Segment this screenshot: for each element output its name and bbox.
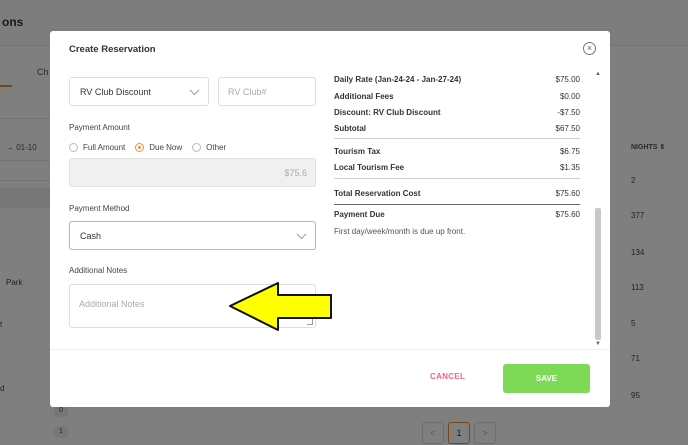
summary-value: $75.60	[555, 210, 580, 219]
summary-row: Payment Due $75.60	[334, 210, 580, 219]
summary-divider	[334, 178, 580, 179]
summary-row: Tourism Tax $6.75	[334, 147, 580, 156]
payment-amount-options: Full Amount Due Now Other	[69, 143, 236, 152]
close-icon[interactable]: ×	[583, 42, 596, 55]
payment-amount-label: Payment Amount	[69, 123, 130, 132]
payment-amount-field[interactable]: $75.6	[69, 158, 316, 187]
radio-full-amount[interactable]: Full Amount	[69, 143, 125, 152]
summary-label: Daily Rate (Jan-24-24 - Jan-27-24)	[334, 75, 462, 84]
summary-value: $1.35	[559, 163, 580, 172]
summary-row: Additional Fees $0.00	[334, 92, 580, 101]
scrollbar-thumb[interactable]	[595, 208, 601, 340]
payment-amount-value: $75.6	[284, 167, 307, 178]
radio-due-now[interactable]: Due Now	[135, 143, 182, 152]
payment-method-select[interactable]: Cash	[69, 221, 316, 250]
summary-value: $75.00	[555, 75, 580, 84]
summary-label: Tourism Tax	[334, 147, 381, 156]
summary-value: $6.75	[559, 147, 580, 156]
radio-other[interactable]: Other	[192, 143, 226, 152]
summary-divider	[334, 138, 580, 139]
scroll-down-icon[interactable]: ▼	[595, 341, 601, 347]
annotation-arrow-icon	[229, 282, 332, 331]
summary-label: Discount: RV Club Discount	[334, 108, 441, 117]
payment-method-value: Cash	[80, 230, 102, 241]
summary-label: Local Tourism Fee	[334, 163, 405, 172]
summary-row: Total Reservation Cost $75.60	[334, 189, 580, 198]
radio-circle-selected	[135, 143, 145, 152]
discount-select-value: RV Club Discount	[80, 86, 151, 97]
radio-circle	[192, 143, 202, 152]
radio-label: Full Amount	[83, 143, 126, 152]
cancel-button[interactable]: CANCEL	[430, 372, 465, 381]
summary-label: Subtotal	[334, 124, 366, 133]
summary-row: Discount: RV Club Discount -$7.50	[334, 108, 580, 117]
radio-label: Other	[206, 143, 227, 152]
radio-label: Due Now	[149, 143, 183, 152]
summary-value: -$7.50	[557, 108, 580, 117]
summary-row: Local Tourism Fee $1.35	[334, 163, 580, 172]
radio-circle	[69, 143, 78, 152]
summary-value: $67.50	[555, 124, 580, 133]
additional-notes-placeholder: Additional Notes	[79, 299, 145, 309]
footer-divider	[50, 349, 610, 350]
summary-divider	[334, 204, 580, 205]
summary-label: Additional Fees	[334, 92, 394, 101]
modal-title: Create Reservation	[69, 44, 156, 55]
rv-club-number-input[interactable]: RV Club#	[218, 77, 316, 106]
summary-value: $75.60	[555, 189, 580, 198]
chevron-down-icon	[296, 228, 307, 239]
discount-select[interactable]: RV Club Discount	[69, 77, 209, 106]
rv-club-number-placeholder: RV Club#	[228, 86, 267, 97]
summary-label: Payment Due	[334, 210, 385, 219]
scroll-up-icon[interactable]: ▲	[595, 71, 601, 77]
create-reservation-modal: Create Reservation × RV Club Discount RV…	[50, 31, 610, 407]
summary-scrollbar[interactable]: ▲ ▼	[594, 71, 602, 351]
summary-value: $0.00	[559, 92, 580, 101]
save-button[interactable]: SAVE	[503, 364, 590, 393]
summary-row: Daily Rate (Jan-24-24 - Jan-27-24) $75.00	[334, 75, 580, 84]
payment-method-label: Payment Method	[69, 204, 130, 213]
summary-row: Subtotal $67.50	[334, 124, 580, 133]
additional-notes-label: Additional Notes	[69, 266, 128, 275]
payment-note: First day/week/month is due up front.	[334, 227, 466, 236]
chevron-down-icon	[189, 84, 200, 95]
summary-label: Total Reservation Cost	[334, 189, 421, 198]
